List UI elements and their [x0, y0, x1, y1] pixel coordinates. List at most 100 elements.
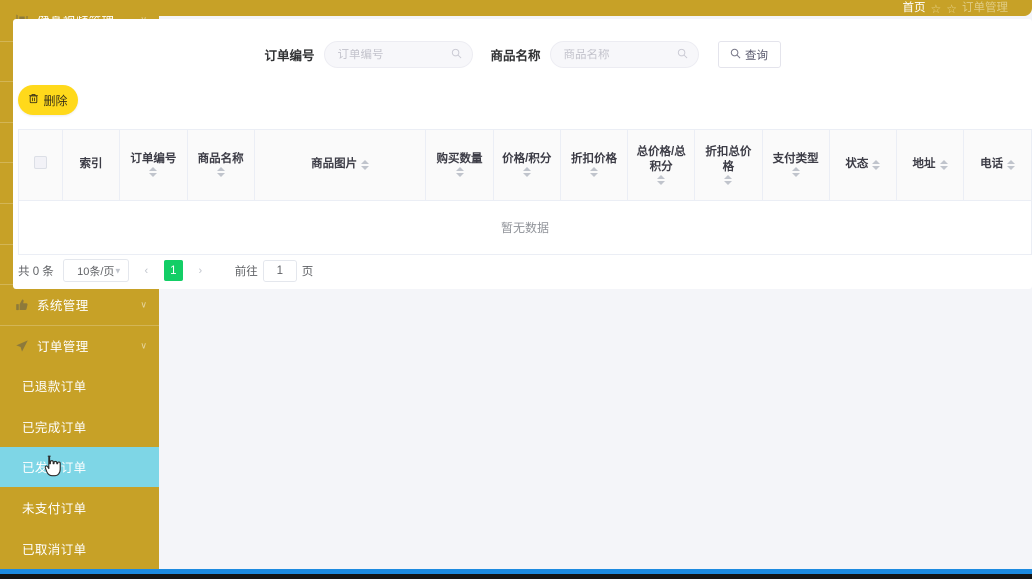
thumb-icon — [14, 297, 29, 312]
table-header-address[interactable]: 地址 — [896, 130, 965, 201]
order-management-page: 健身视频管理 ∨ 视频类型管理 ∨ 培训课程管理 ∨ 课程类型管理 ∨ — [0, 0, 1032, 579]
table-header-label: 地址 — [912, 158, 936, 171]
sort-icon[interactable] — [522, 167, 531, 178]
search-toolbar: 订单编号 商品名称 — [13, 41, 1032, 68]
sidebar-item-label: 已完成订单 — [22, 420, 87, 435]
product-name-label: 商品名称 — [490, 49, 541, 63]
sort-icon[interactable] — [791, 167, 800, 178]
trash-icon — [28, 93, 39, 107]
sidebar-item-completed-orders[interactable]: 已完成订单 — [0, 406, 159, 447]
send-icon — [14, 338, 29, 353]
sort-icon[interactable] — [939, 159, 948, 170]
table-header-index: 索引 — [62, 130, 121, 201]
table-empty-text: 暂无数据 — [19, 200, 1031, 255]
table-header-select-all[interactable] — [19, 130, 63, 201]
order-no-field-group: 订单编号 — [264, 41, 473, 68]
star-icon[interactable]: ☆ — [930, 3, 941, 15]
table-header-label: 电话 — [980, 158, 1004, 171]
star-icon[interactable]: ☆ — [946, 3, 957, 15]
product-name-input[interactable] — [563, 48, 672, 61]
delete-button[interactable]: 删除 — [18, 85, 78, 115]
table-header-product-name[interactable]: 商品名称 — [187, 130, 255, 201]
delete-button-label: 删除 — [43, 93, 68, 108]
search-icon — [451, 46, 462, 64]
table-empty-row: 暂无数据 — [19, 200, 1031, 255]
table-header-label: 商品图片 — [311, 158, 358, 171]
table-header-product-image[interactable]: 商品图片 — [254, 130, 427, 201]
table-header-discount-price[interactable]: 折扣价格 — [560, 130, 629, 201]
window-bottom-edge — [0, 574, 1032, 579]
table-header-label: 价格/积分 — [502, 153, 552, 166]
order-no-input[interactable] — [337, 48, 446, 61]
sidebar-item-label: 已退款订单 — [22, 380, 87, 395]
search-icon — [730, 48, 741, 62]
pagination: 共 0 条 10条/页 ▼ ‹ 1 › 前往 页 — [18, 259, 313, 282]
pagination-total: 共 0 条 — [18, 265, 54, 278]
sort-icon[interactable] — [724, 174, 733, 185]
query-button-label: 查询 — [745, 49, 769, 62]
query-button[interactable]: 查询 — [717, 41, 781, 68]
table-header-label: 索引 — [79, 158, 103, 171]
table-header-label: 总价格/总积分 — [636, 145, 686, 173]
order-no-label: 订单编号 — [264, 49, 315, 63]
sidebar-group-label: 订单管理 — [37, 340, 89, 355]
sort-icon[interactable] — [361, 159, 370, 170]
table-header-order-no[interactable]: 订单编号 — [119, 130, 188, 201]
table-header-quantity[interactable]: 购买数量 — [425, 130, 494, 201]
sidebar-group-order[interactable]: 订单管理 ∨ — [0, 324, 159, 366]
table-header-discount-total-price[interactable]: 折扣总价格 — [694, 130, 763, 201]
sidebar-item-unpaid-orders[interactable]: 未支付订单 — [0, 487, 159, 528]
sidebar-item-label: 已取消订单 — [22, 542, 87, 557]
chevron-down-icon: ∨ — [140, 299, 147, 310]
table-header-phone[interactable]: 电话 — [963, 130, 1031, 201]
chevron-down-icon: ∨ — [140, 340, 147, 351]
table-header-row: 索引 订单编号 商品名称 商品图片 购买数量 价格/积分 折扣价格 总价格/总积… — [19, 130, 1031, 201]
search-icon — [677, 46, 688, 64]
table-header-label: 状态 — [845, 158, 869, 171]
sort-icon[interactable] — [455, 167, 464, 178]
sort-icon[interactable] — [1007, 159, 1016, 170]
product-name-field-group: 商品名称 — [491, 41, 699, 68]
sort-icon[interactable] — [589, 167, 598, 178]
table-header-label: 商品名称 — [197, 153, 244, 166]
table-header-label: 支付类型 — [772, 153, 819, 166]
chevron-down-icon: ▼ — [113, 266, 122, 275]
sidebar-group-system[interactable]: 系统管理 ∨ — [0, 284, 159, 325]
pagination-prev-button[interactable]: ‹ — [137, 260, 155, 281]
breadcrumb-current: 订单管理 — [962, 2, 1008, 14]
table-header-price-points[interactable]: 价格/积分 — [493, 130, 561, 201]
table-header-label: 购买数量 — [436, 153, 483, 166]
pagination-goto-unit: 页 — [301, 265, 314, 278]
sidebar-item-shipped-orders[interactable]: 已发货订单 — [0, 446, 159, 488]
sort-icon[interactable] — [216, 167, 225, 178]
sidebar-item-cancelled-orders[interactable]: 已取消订单 — [0, 528, 159, 569]
order-no-input-wrap[interactable] — [323, 41, 473, 68]
pagination-goto-label: 前往 — [234, 265, 258, 278]
table-header-total-price-points[interactable]: 总价格/总积分 — [627, 130, 696, 201]
breadcrumb-bar: 首页 ☆ ☆ 订单管理 — [13, 0, 1032, 16]
sort-icon[interactable] — [657, 174, 666, 185]
sort-icon[interactable] — [149, 167, 158, 178]
pagination-goto-input[interactable] — [262, 259, 297, 282]
sidebar-group-label: 系统管理 — [37, 299, 89, 314]
page-size-value: 10条/页 — [77, 265, 115, 278]
sidebar-item-refunded-orders[interactable]: 已退款订单 — [0, 365, 159, 406]
content-card: 订单编号 商品名称 — [13, 19, 1032, 289]
orders-table: 索引 订单编号 商品名称 商品图片 购买数量 价格/积分 折扣价格 总价格/总积… — [18, 129, 1032, 255]
table-header-label: 订单编号 — [130, 153, 177, 166]
breadcrumb: 首页 ☆ ☆ 订单管理 — [902, 2, 1008, 15]
sidebar-item-label: 未支付订单 — [22, 501, 87, 516]
table-header-label: 折扣价格 — [570, 153, 617, 166]
table-header-status[interactable]: 状态 — [829, 130, 897, 201]
product-name-input-wrap[interactable] — [549, 41, 699, 68]
sort-icon[interactable] — [872, 159, 881, 170]
breadcrumb-home[interactable]: 首页 — [902, 2, 925, 15]
select-all-checkbox[interactable] — [33, 155, 47, 169]
page-size-select[interactable]: 10条/页 ▼ — [62, 259, 129, 282]
table-header-payment-type[interactable]: 支付类型 — [762, 130, 830, 201]
pagination-jumper: 前往 页 — [234, 259, 314, 282]
pagination-page-1[interactable]: 1 — [163, 260, 183, 281]
pagination-next-button[interactable]: › — [191, 260, 209, 281]
table-header-label: 折扣总价格 — [705, 145, 752, 173]
sidebar-item-label: 已发货订单 — [22, 461, 87, 476]
